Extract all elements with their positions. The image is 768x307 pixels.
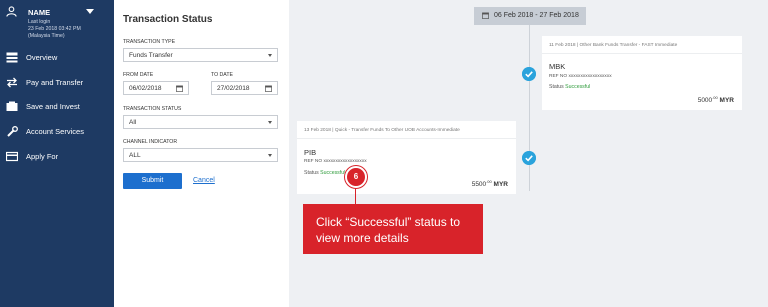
chevron-down-icon[interactable] [86, 9, 94, 14]
sidebar-item-label: Account Services [26, 127, 84, 136]
reference-number: REF NO xxxxxxxxxxxxxxxxxx [549, 74, 612, 79]
transaction-type-value: Funds Transfer [129, 52, 173, 59]
transaction-type-select[interactable]: Funds Transfer [123, 48, 278, 62]
instruction-callout: Click “Successful” status to view more d… [303, 204, 483, 254]
date-range-text: 06 Feb 2018 - 27 Feb 2018 [494, 12, 579, 19]
last-login-time: 23 Feb 2018 03:42 PM [28, 26, 81, 32]
transaction-card-header: 11 Feb 2018 | Other Bank Funds Transfer … [549, 43, 678, 48]
callout-connector [355, 188, 356, 204]
page-title: Transaction Status [123, 14, 213, 25]
reference-number: REF NO xxxxxxxxxxxxxxxxxx [304, 159, 367, 164]
divider [542, 53, 742, 54]
status-label: Status [549, 84, 564, 90]
timezone-label: (Malaysia Time) [28, 33, 65, 39]
transaction-filter-panel: Transaction Status TRANSACTION TYPE Fund… [114, 0, 289, 307]
to-date-field[interactable]: 27/02/2018 [211, 81, 278, 95]
sidebar-item-label: Pay and Transfer [26, 78, 84, 87]
overview-icon [6, 52, 18, 63]
transaction-status-value: All [129, 119, 137, 126]
instruction-text: Click “Successful” status to view more d… [316, 215, 461, 245]
transaction-status-label: TRANSACTION STATUS [123, 106, 182, 112]
transaction-code: PIB [304, 148, 317, 157]
date-range-badge: 06 Feb 2018 - 27 Feb 2018 [474, 7, 586, 25]
sidebar-item-label: Apply For [26, 152, 59, 161]
calendar-icon[interactable] [265, 85, 272, 92]
timeline-line [529, 25, 530, 191]
chevron-down-icon [268, 54, 272, 57]
sidebar-item-pay-and-transfer[interactable]: Pay and Transfer [0, 72, 114, 94]
transfer-arrows-icon [7, 77, 17, 88]
user-icon [6, 6, 17, 17]
save-invest-icon [6, 101, 18, 111]
transaction-status: Status Successful [549, 84, 590, 90]
sidebar: NAME Last login 23 Feb 2018 03:42 PM (Ma… [0, 0, 114, 307]
channel-indicator-select[interactable]: ALL [123, 148, 278, 162]
amount-value: 5500 [471, 181, 487, 189]
currency: MYR [719, 97, 734, 105]
transaction-card[interactable]: 11 Feb 2018 | Other Bank Funds Transfer … [542, 36, 742, 110]
check-icon [522, 67, 536, 81]
amount-cents: .00 [486, 179, 492, 184]
cancel-link[interactable]: Cancel [193, 177, 215, 184]
transaction-timeline: 06 Feb 2018 - 27 Feb 2018 11 Feb 2018 | … [289, 0, 768, 307]
check-icon [522, 151, 536, 165]
sidebar-item-overview[interactable]: Overview [0, 47, 114, 69]
transaction-status: Status Successful [304, 170, 345, 176]
sidebar-item-save-and-invest[interactable]: Save and Invest [0, 96, 114, 118]
card-icon [6, 151, 18, 162]
sidebar-item-apply-for[interactable]: Apply For [0, 146, 114, 168]
amount-value: 5000 [697, 97, 713, 105]
transaction-amount: 5000.00 MYR [698, 95, 734, 104]
currency: MYR [493, 181, 508, 189]
sidebar-item-account-services[interactable]: Account Services [0, 121, 114, 143]
transaction-card-header: 13 Feb 2018 | Quick - Transfer Funds To … [304, 128, 460, 133]
sidebar-item-label: Overview [26, 53, 58, 62]
last-login-info: Last login 23 Feb 2018 03:42 PM (Malaysi… [28, 19, 118, 40]
from-date-value: 06/02/2018 [129, 85, 162, 92]
to-date-label: TO DATE [211, 72, 234, 78]
step-marker: 6 [345, 166, 367, 188]
submit-button[interactable]: Submit [123, 173, 182, 189]
divider [297, 138, 516, 139]
to-date-value: 27/02/2018 [217, 85, 250, 92]
status-successful-link[interactable]: Successful [565, 84, 590, 90]
sidebar-item-label: Save and Invest [26, 102, 80, 111]
transaction-type-label: TRANSACTION TYPE [123, 39, 176, 45]
status-label: Status [304, 170, 319, 176]
calendar-icon[interactable] [176, 85, 183, 92]
transaction-amount: 5500.00 MYR [472, 179, 508, 188]
status-successful-link[interactable]: Successful [320, 170, 345, 176]
wrench-icon [7, 126, 18, 137]
step-number: 6 [353, 172, 359, 181]
channel-indicator-value: ALL [129, 152, 141, 159]
from-date-label: FROM DATE [123, 72, 154, 78]
chevron-down-icon [268, 121, 272, 124]
calendar-icon [482, 12, 489, 19]
user-name: NAME [28, 8, 51, 17]
transaction-status-select[interactable]: All [123, 115, 278, 129]
last-login-label: Last login [28, 19, 51, 25]
channel-indicator-label: CHANNEL INDICATOR [123, 139, 178, 145]
from-date-field[interactable]: 06/02/2018 [123, 81, 189, 95]
chevron-down-icon [268, 154, 272, 157]
transaction-card[interactable]: 13 Feb 2018 | Quick - Transfer Funds To … [297, 121, 516, 194]
transaction-code: MBK [549, 62, 566, 71]
amount-cents: .00 [712, 95, 718, 100]
